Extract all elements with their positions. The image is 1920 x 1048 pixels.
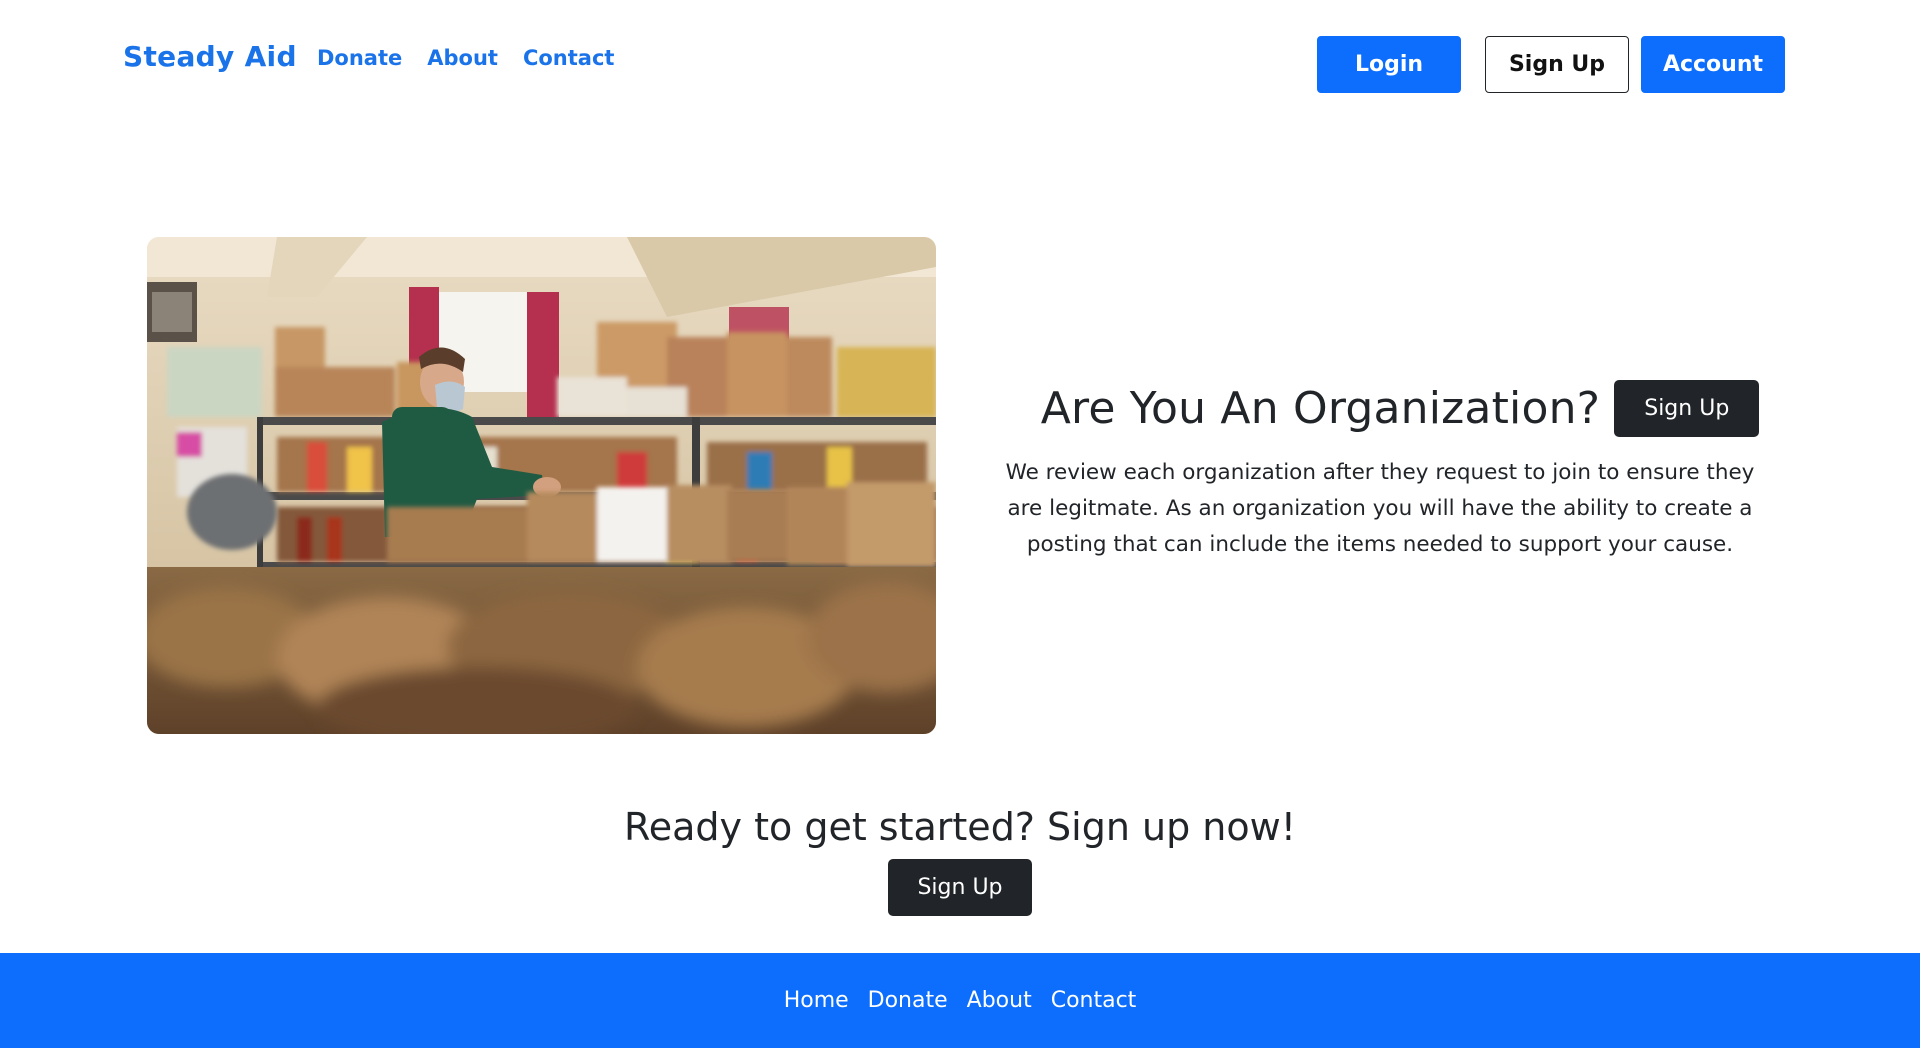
cta-signup-button[interactable]: Sign Up [888,859,1032,916]
organization-section: Are You An Organization? Sign Up We revi… [980,380,1780,563]
nav-link-about[interactable]: About [427,46,498,70]
footer-link-contact[interactable]: Contact [1051,988,1137,1013]
cta-title: Ready to get started? Sign up now! [624,805,1296,849]
footer-link-about[interactable]: About [967,988,1032,1013]
brand-logo[interactable]: Steady Aid [123,40,297,73]
organization-title: Are You An Organization? [1040,383,1601,434]
header-signup-button[interactable]: Sign Up [1485,36,1629,93]
header-nav: Donate About Contact [317,46,614,70]
hero-photo [147,237,936,734]
cta-section: Ready to get started? Sign up now! Sign … [0,805,1920,916]
nav-link-contact[interactable]: Contact [523,46,615,70]
top-navbar: Steady Aid Donate About Contact Login Si… [0,0,1920,120]
account-button[interactable]: Account [1641,36,1785,93]
footer-link-home[interactable]: Home [784,988,849,1013]
nav-link-donate[interactable]: Donate [317,46,402,70]
organization-signup-button[interactable]: Sign Up [1614,380,1760,437]
organization-heading-row: Are You An Organization? Sign Up [1020,380,1780,437]
login-button[interactable]: Login [1317,36,1461,93]
footer-link-donate[interactable]: Donate [868,988,948,1013]
footer: Home Donate About Contact [0,953,1920,1048]
organization-description: We review each organization after they r… [1005,460,1755,557]
